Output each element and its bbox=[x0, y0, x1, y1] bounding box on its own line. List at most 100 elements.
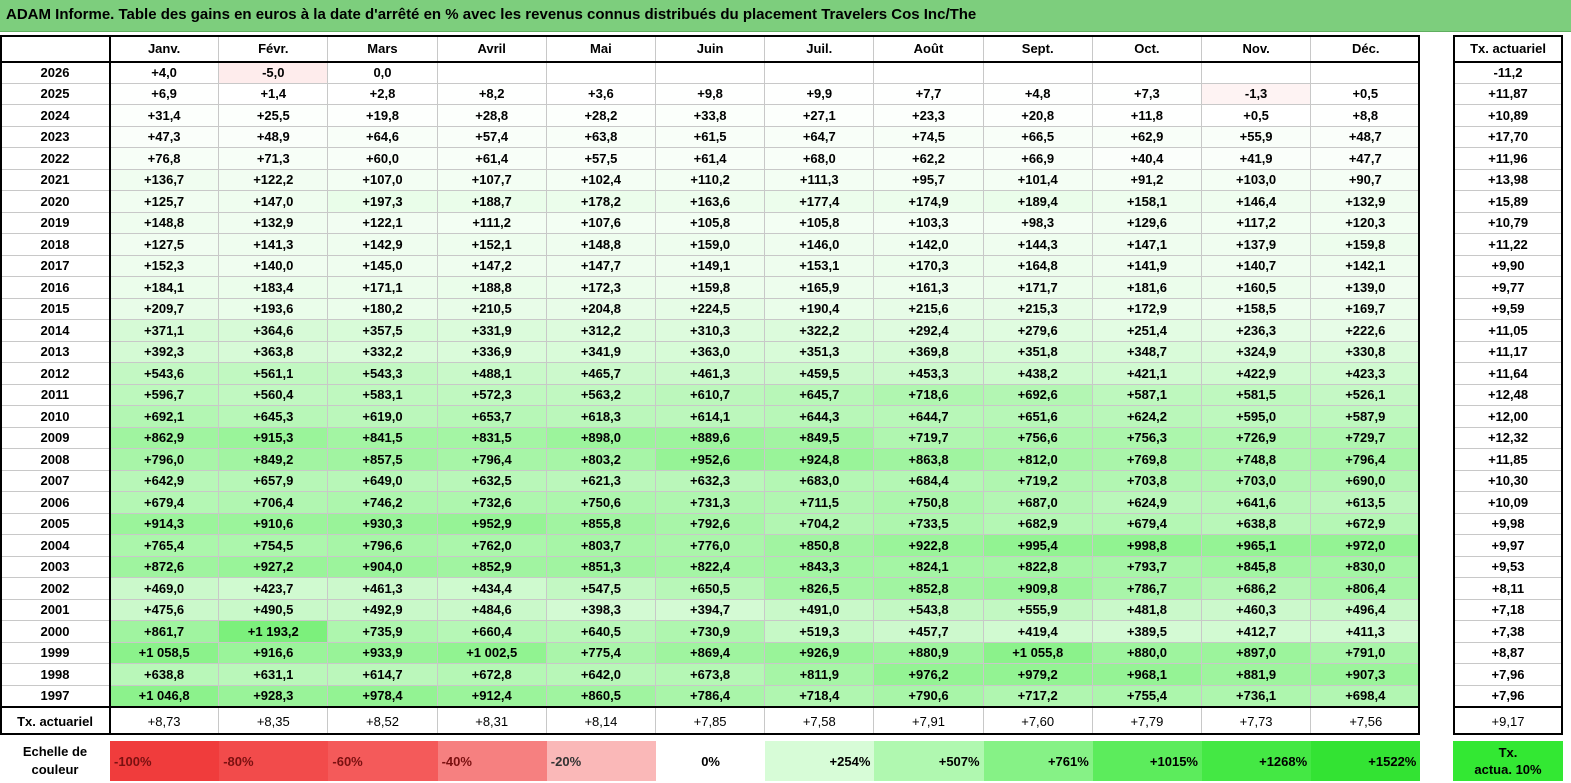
table-cell: +141,3 bbox=[219, 234, 329, 256]
table-cell: +419,4 bbox=[983, 621, 1093, 643]
table-cell: +351,3 bbox=[765, 341, 875, 363]
table-cell: +729,7 bbox=[1311, 427, 1421, 449]
table-cell: +682,9 bbox=[983, 513, 1093, 535]
table-cell: +170,3 bbox=[874, 255, 984, 277]
table-cell: +581,5 bbox=[1202, 384, 1312, 406]
table-cell: +330,8 bbox=[1311, 341, 1421, 363]
table-cell: +161,3 bbox=[874, 277, 984, 299]
table-cell: +215,6 bbox=[874, 298, 984, 320]
table-cell: +4,8 bbox=[983, 83, 1093, 105]
table-cell: +642,9 bbox=[110, 470, 220, 492]
table-cell: +61,5 bbox=[656, 126, 766, 148]
table-cell: +64,7 bbox=[765, 126, 875, 148]
table-cell: +147,7 bbox=[546, 255, 656, 277]
table-cell: +457,7 bbox=[874, 621, 984, 643]
table-cell: +857,5 bbox=[328, 449, 438, 471]
table-cell: +210,5 bbox=[437, 298, 547, 320]
table-cell: +786,7 bbox=[1092, 578, 1202, 600]
table-cell: +110,2 bbox=[656, 169, 766, 191]
table-cell: +27,1 bbox=[765, 105, 875, 127]
footer-label: Tx. actuariel bbox=[17, 713, 93, 729]
footer-cell: +7,60 bbox=[984, 707, 1093, 735]
table-cell: +421,1 bbox=[1092, 363, 1202, 385]
table-cell: +348,7 bbox=[1092, 341, 1202, 363]
legend-swatch: -60% bbox=[328, 741, 438, 781]
table-cell: +786,4 bbox=[656, 685, 766, 707]
table-cell: +172,9 bbox=[1092, 298, 1202, 320]
table-cell: +461,3 bbox=[656, 363, 766, 385]
table-cell: +61,4 bbox=[437, 148, 547, 170]
table-cell: +160,5 bbox=[1202, 277, 1312, 299]
table-cell: +174,9 bbox=[874, 191, 984, 213]
table-cell: +0,5 bbox=[1311, 83, 1421, 105]
table-cell: +28,2 bbox=[546, 105, 656, 127]
table-cell: +107,0 bbox=[328, 169, 438, 191]
table-cell: +1 055,8 bbox=[983, 642, 1093, 664]
table-cell bbox=[765, 62, 875, 84]
annual-header: Tx. actuariel bbox=[1470, 41, 1546, 56]
table-cell: +0,5 bbox=[1202, 105, 1312, 127]
table-cell: +8,2 bbox=[437, 83, 547, 105]
table-cell: +904,0 bbox=[328, 556, 438, 578]
table-cell: +188,7 bbox=[437, 191, 547, 213]
table-cell: +140,0 bbox=[219, 255, 329, 277]
legend-swatch: +1015% bbox=[1092, 741, 1202, 781]
legend-swatch: -20% bbox=[546, 741, 656, 781]
table-cell: +188,8 bbox=[437, 277, 547, 299]
annual-rate-cell: +9,90 bbox=[1453, 256, 1563, 277]
table-cell: +806,4 bbox=[1311, 578, 1421, 600]
table-cell: +998,8 bbox=[1092, 535, 1202, 557]
table-cell: +746,2 bbox=[328, 492, 438, 514]
year-label: 2019 bbox=[0, 213, 110, 234]
footer-cell: +8,14 bbox=[547, 707, 656, 735]
table-cell: +587,1 bbox=[1092, 384, 1202, 406]
table-cell: +561,1 bbox=[219, 363, 329, 385]
table-cell: +769,8 bbox=[1092, 449, 1202, 471]
table-cell: +91,2 bbox=[1092, 169, 1202, 191]
table-cell: +852,9 bbox=[437, 556, 547, 578]
table-cell: +860,5 bbox=[546, 685, 656, 707]
table-cell: +869,4 bbox=[656, 642, 766, 664]
table-cell: +62,2 bbox=[874, 148, 984, 170]
table-cell: +422,9 bbox=[1202, 363, 1312, 385]
table-cell: +933,9 bbox=[328, 642, 438, 664]
table-cell: +107,7 bbox=[437, 169, 547, 191]
annual-rate-cell: +9,77 bbox=[1453, 277, 1563, 299]
table-cell: +357,5 bbox=[328, 320, 438, 342]
table-cell: +733,5 bbox=[874, 513, 984, 535]
annual-rate-cell: +10,30 bbox=[1453, 471, 1563, 492]
table-cell: +732,6 bbox=[437, 492, 547, 514]
table-cell: +735,9 bbox=[328, 621, 438, 643]
table-cell: +880,9 bbox=[874, 642, 984, 664]
table-cell: +111,3 bbox=[765, 169, 875, 191]
table-cell: +651,6 bbox=[983, 406, 1093, 428]
table-cell: +632,3 bbox=[656, 470, 766, 492]
table-cell: +62,9 bbox=[1092, 126, 1202, 148]
table-cell: +184,1 bbox=[110, 277, 220, 299]
table-cell: +698,4 bbox=[1311, 685, 1421, 707]
table-cell: +461,3 bbox=[328, 578, 438, 600]
table-cell: +7,7 bbox=[874, 83, 984, 105]
table-cell: +484,6 bbox=[437, 599, 547, 621]
table-cell: +703,8 bbox=[1092, 470, 1202, 492]
year-label: 1997 bbox=[0, 686, 110, 707]
year-label: 2023 bbox=[0, 127, 110, 148]
year-label: 2009 bbox=[0, 428, 110, 449]
table-cell: +224,5 bbox=[656, 298, 766, 320]
annual-rate-cell: +11,05 bbox=[1453, 320, 1563, 342]
table-cell: +68,0 bbox=[765, 148, 875, 170]
table-cell bbox=[874, 62, 984, 84]
annual-rate-cell: +7,96 bbox=[1453, 664, 1563, 686]
table-cell: +596,7 bbox=[110, 384, 220, 406]
table-cell: +177,4 bbox=[765, 191, 875, 213]
table-cell: +459,5 bbox=[765, 363, 875, 385]
annual-rate-cell: +8,87 bbox=[1453, 643, 1563, 664]
annual-rate-cell: +11,96 bbox=[1453, 148, 1563, 170]
table-cell: +718,6 bbox=[874, 384, 984, 406]
table-cell: +792,6 bbox=[656, 513, 766, 535]
year-label: 2024 bbox=[0, 105, 110, 127]
table-cell: +122,1 bbox=[328, 212, 438, 234]
table-cell: +4,0 bbox=[110, 62, 220, 84]
year-label: 2015 bbox=[0, 299, 110, 320]
table-cell: +172,3 bbox=[546, 277, 656, 299]
